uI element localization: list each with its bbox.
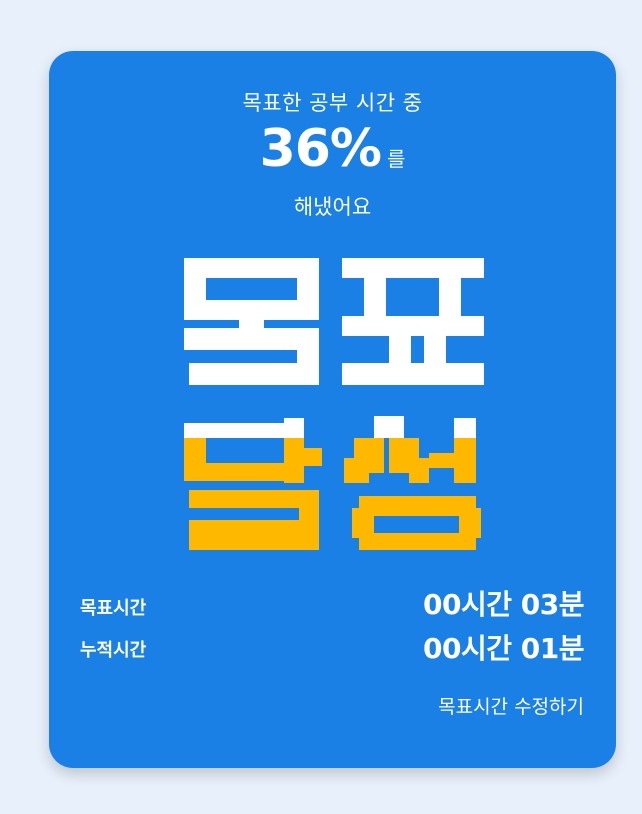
progress-percent: 36% (259, 119, 382, 179)
accumulated-time-label: 누적시간 (80, 640, 147, 661)
progress-subtitle: 목표한 공부 시간 중 (242, 91, 423, 115)
badge-line1-pixel-text (184, 258, 484, 385)
accumulated-time-value: 00시간 01분 (423, 632, 584, 665)
done-text: 해냈어요 (293, 195, 372, 219)
goal-achieved-badge (184, 258, 484, 550)
edit-goal-time-button[interactable]: 목표시간 수정하기 (438, 692, 584, 719)
goal-achievement-card: 목표한 공부 시간 중 36% 를 해냈어요 목표시간 00시간 03분 누적시… (49, 51, 616, 768)
goal-time-label: 목표시간 (80, 598, 147, 619)
percent-row: 36% 를 (49, 119, 616, 179)
goal-time-value: 00시간 03분 (423, 588, 584, 621)
badge-line2-pixel-text (184, 416, 481, 550)
percent-suffix: 를 (387, 147, 406, 171)
